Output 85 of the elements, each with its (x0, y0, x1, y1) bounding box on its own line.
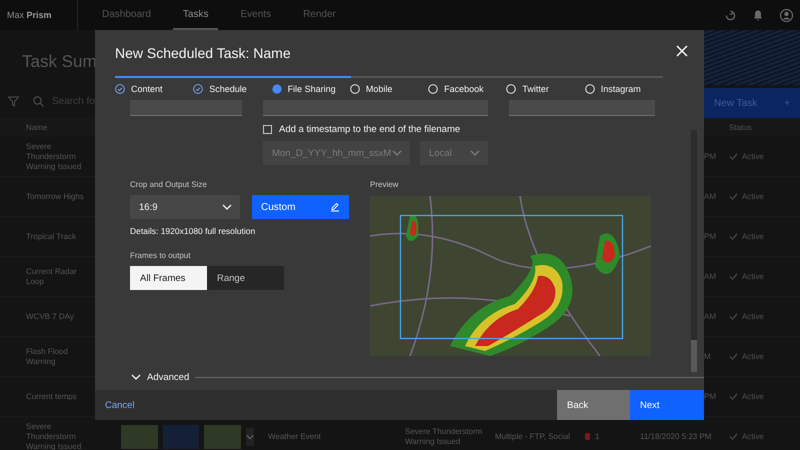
table-cell-text: Current Radar Loop (25, 266, 78, 286)
table-cell-text: AM (704, 272, 717, 281)
checkbox-label: Add a timestamp to the end of the filename (279, 124, 460, 134)
chevron-down-icon (131, 374, 141, 380)
field-label: Crop and Output Size (130, 179, 208, 191)
table-cell-text: Tomorrow Highs (25, 192, 85, 202)
table-cell-text: Severe Thunderstorm Warning Issued (25, 422, 82, 450)
table-cell-text: M (704, 352, 712, 361)
close-button[interactable] (676, 45, 690, 59)
input-field[interactable] (263, 100, 488, 116)
status-text: Active (742, 192, 764, 201)
progress-step[interactable]: Content (115, 84, 194, 94)
status-text: Active (742, 272, 764, 281)
progress-step[interactable]: Facebook (428, 84, 506, 94)
frames-option[interactable]: Range (207, 266, 284, 290)
field-label: Preview (370, 179, 400, 191)
table-cell-text: PM (704, 392, 717, 401)
chevron-down-icon (392, 150, 402, 156)
cancel-button[interactable]: Cancel (95, 400, 145, 410)
frames-option[interactable]: All Frames (130, 266, 207, 290)
thumbnail-dropdown[interactable] (246, 428, 254, 446)
page-title: Task Sum (22, 52, 97, 72)
table-cell-text: AM (704, 192, 717, 201)
table-cell-text: Tropical Track (25, 232, 77, 242)
check-icon (729, 433, 738, 440)
filter-icon[interactable] (8, 96, 19, 107)
search-icon (33, 96, 44, 107)
table-cell-text: Multiple - FTP, Social (495, 432, 571, 442)
close-icon (676, 45, 688, 57)
table-cell-text: Severe Thunderstorm Warning Issued (25, 142, 82, 172)
edit-icon (330, 202, 340, 212)
advanced-toggle[interactable]: Advanced (131, 372, 190, 382)
caret-icon (246, 434, 254, 440)
progress-step[interactable]: Instagram (584, 84, 663, 94)
table-cell-text: WCVB 7 DAy (25, 312, 75, 322)
progress-step[interactable]: File Sharing (272, 84, 350, 94)
scrollbar[interactable] (691, 130, 697, 372)
alert-icon (585, 433, 590, 440)
crop-frame[interactable] (400, 214, 624, 340)
table-cell-text: Severe Thunderstorm Warning Issued (405, 426, 484, 446)
progress-step[interactable]: Twitter (506, 84, 585, 94)
refresh-icon[interactable] (725, 10, 736, 20)
status-text: Active (742, 392, 764, 401)
table-cell-text: Flash Flood Warning (25, 346, 69, 366)
check-icon (729, 353, 738, 360)
thumbnail-placeholder (204, 424, 242, 448)
status-text: Active (742, 312, 764, 321)
status-text: Active (742, 232, 764, 241)
checkbox[interactable] (263, 124, 272, 134)
check-icon (729, 153, 738, 160)
table-cell-text: Weather Event (268, 432, 322, 442)
input-field[interactable] (509, 100, 655, 116)
field-label: Frames to output (130, 250, 192, 262)
table-cell-text: AM (704, 312, 717, 321)
check-icon (729, 233, 738, 240)
check-icon (729, 273, 738, 280)
chevron-down-icon (470, 150, 480, 156)
app-brand: Max Prism (7, 10, 53, 20)
column-header: Status (729, 123, 753, 132)
custom-button[interactable]: Custom (252, 195, 349, 219)
check-icon (729, 193, 738, 200)
crop-size-dropdown[interactable]: 16:9 (130, 195, 240, 219)
table-cell-text: PM (704, 152, 717, 161)
input-field[interactable] (130, 100, 242, 116)
check-icon (729, 313, 738, 320)
table-cell: 1 (595, 432, 600, 442)
user-avatar-icon[interactable] (780, 8, 793, 22)
modal-title: New Scheduled Task: Name (115, 45, 292, 62)
status-text: Active (742, 432, 764, 441)
progress-step[interactable]: Mobile (350, 84, 428, 94)
table-cell-text: 11/18/2020 5:23 PM (640, 432, 712, 442)
table-cell-text: Current temps (25, 392, 78, 402)
table-cell-text: PM (704, 232, 717, 241)
back-button[interactable]: Back (557, 390, 630, 420)
thumbnail-placeholder (121, 424, 158, 448)
thumbnail-placeholder (162, 424, 200, 448)
check-icon (729, 393, 738, 400)
details-text: Details: 1920x1080 full resolution (130, 225, 256, 237)
notification-icon[interactable] (753, 10, 763, 20)
next-button[interactable]: Next (630, 390, 704, 420)
status-text: Active (742, 352, 764, 361)
column-header: Name (25, 122, 48, 132)
progress-step[interactable]: Schedule (193, 84, 272, 94)
chevron-down-icon (222, 204, 232, 210)
status-text: Active (742, 152, 764, 161)
